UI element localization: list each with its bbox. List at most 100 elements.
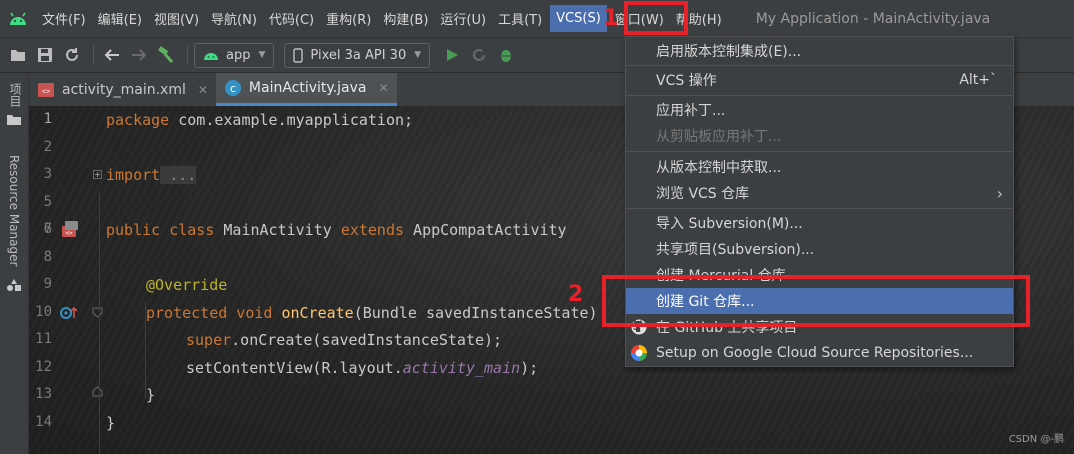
code-token: MainActivity <box>214 221 341 239</box>
code-token: (Bundle savedInstanceState) <box>353 304 598 322</box>
menu-tools[interactable]: 工具(T) <box>492 0 548 37</box>
code-token: ); <box>520 359 539 377</box>
menu-item-label: 共享项目(Subversion)... <box>656 242 815 258</box>
code-token: extends <box>340 221 405 239</box>
project-tool-tab[interactable]: 项目 <box>7 83 24 107</box>
menu-separator <box>626 95 1013 96</box>
layout-xml-link-icon[interactable]: <> <box>61 220 78 237</box>
code-line-3: import ... <box>106 166 197 184</box>
folder-icon <box>6 114 22 130</box>
tab-activity-main-xml[interactable]: <> activity_main.xml ✕ <box>29 73 216 106</box>
resource-manager-tool-tab[interactable]: Resource Manager <box>7 155 21 266</box>
menu-separator <box>626 208 1013 209</box>
override-method-icon[interactable] <box>60 305 78 321</box>
menu-item-share-subversion[interactable]: 共享项目(Subversion)... <box>626 236 1013 262</box>
device-selector[interactable]: Pixel 3a API 30 ▼ <box>284 42 431 68</box>
build-hammer-icon[interactable] <box>154 43 178 67</box>
code-line-12: setContentView(R.layout.activity_main); <box>186 359 538 377</box>
code-token: .onCreate(savedInstanceState); <box>231 331 503 349</box>
line-number: 11 <box>35 331 52 347</box>
line-number: 12 <box>35 359 52 375</box>
menu-item-label: 启用版本控制集成(E)... <box>656 44 802 60</box>
menu-edit[interactable]: 编辑(E) <box>92 0 148 37</box>
code-line-10: protected void onCreate(Bundle savedInst… <box>146 304 598 322</box>
menu-item-enable-vcs[interactable]: 启用版本控制集成(E)... <box>626 38 1013 64</box>
toolbar-separator <box>93 45 94 65</box>
android-studio-logo-icon <box>0 0 36 37</box>
toolbar-separator <box>187 45 188 65</box>
menu-file[interactable]: 文件(F) <box>36 0 92 37</box>
menu-item-google-cloud[interactable]: Setup on Google Cloud Source Repositorie… <box>626 340 1013 366</box>
back-arrow-icon[interactable] <box>100 43 124 67</box>
line-number-gutter: 1 2 3 5 6 7 8 9 10 11 12 13 14 <> <box>29 106 103 454</box>
code-token: public class <box>106 221 215 239</box>
window-title: My Application - MainActivity.java <box>755 10 991 27</box>
menu-item-label: VCS 操作 <box>656 73 717 89</box>
close-icon[interactable]: ✕ <box>198 83 208 97</box>
menu-separator <box>626 65 1013 66</box>
menu-item-browse-vcs-repo[interactable]: 浏览 VCS 仓库 › <box>626 180 1013 206</box>
code-token: import <box>106 166 161 184</box>
run-icon[interactable] <box>440 43 464 67</box>
left-tool-strip: 项目 Resource Manager <box>0 73 29 454</box>
forward-arrow-icon[interactable] <box>127 43 151 67</box>
menu-run[interactable]: 运行(U) <box>434 0 492 37</box>
svg-text:<>: <> <box>42 87 50 95</box>
close-icon[interactable]: ✕ <box>379 81 389 95</box>
fold-end-icon[interactable] <box>92 386 103 401</box>
open-folder-icon[interactable] <box>6 43 30 67</box>
phone-device-icon <box>293 47 304 63</box>
menu-code[interactable]: 代码(C) <box>263 0 320 37</box>
save-all-icon[interactable] <box>33 43 57 67</box>
menu-item-label: Setup on Google Cloud Source Repositorie… <box>656 345 974 361</box>
chevron-down-icon: ▼ <box>258 50 266 60</box>
code-line-14: } <box>106 414 116 432</box>
tab-mainactivity-java[interactable]: c MainActivity.java ✕ <box>215 73 397 106</box>
debug-bug-icon[interactable] <box>494 43 518 67</box>
java-class-icon: c <box>224 79 242 97</box>
menu-item-apply-patch-clipboard: 从剪贴板应用补丁... <box>626 123 1013 149</box>
sync-icon[interactable] <box>60 43 84 67</box>
code-token: super <box>186 331 232 349</box>
tab-label: MainActivity.java <box>248 80 367 96</box>
code-line-9: @Override <box>146 276 227 294</box>
menu-item-apply-patch[interactable]: 应用补丁... <box>626 97 1013 123</box>
fold-expand-icon[interactable] <box>93 168 102 183</box>
menu-build[interactable]: 构建(B) <box>377 0 434 37</box>
menu-navigate[interactable]: 导航(N) <box>205 0 263 37</box>
code-line-13: } <box>146 386 156 404</box>
apply-changes-icon[interactable] <box>467 43 491 67</box>
menu-item-label: 从版本控制中获取... <box>656 160 782 176</box>
code-line-1: package com.example.myapplication; <box>106 111 413 129</box>
folded-import-block[interactable]: ... <box>160 166 197 184</box>
menu-vcs[interactable]: VCS(S) <box>550 5 607 32</box>
fold-collapse-icon[interactable] <box>92 307 103 322</box>
chevron-down-icon: ▼ <box>414 50 422 60</box>
module-selector[interactable]: app ▼ <box>194 42 275 68</box>
code-token: setContentView(R.layout. <box>186 359 403 377</box>
resource-manager-icon <box>6 278 22 296</box>
android-module-icon <box>203 49 219 61</box>
annotation-step-1: 1 <box>603 6 619 31</box>
code-token: com.example.myapplication; <box>169 111 414 129</box>
code-line-11: super.onCreate(savedInstanceState); <box>186 331 502 349</box>
menu-item-label: 导入 Subversion(M)... <box>656 216 803 232</box>
menu-view[interactable]: 视图(V) <box>148 0 205 37</box>
menu-refactor[interactable]: 重构(R) <box>320 0 377 37</box>
menu-item-shortcut: Alt+` <box>959 72 997 88</box>
annotation-box-vcs-menu <box>624 1 688 35</box>
line-number: 9 <box>43 276 52 292</box>
chevron-right-icon: › <box>996 183 1003 203</box>
xml-layout-icon: <> <box>37 81 55 99</box>
menu-item-import-subversion[interactable]: 导入 Subversion(M)... <box>626 210 1013 236</box>
code-line-7: public class MainActivity extends AppCom… <box>106 221 567 239</box>
indent-guide <box>99 191 100 454</box>
code-token: AppCompatActivity <box>404 221 567 239</box>
menu-item-get-from-vcs[interactable]: 从版本控制中获取... <box>626 154 1013 180</box>
line-number: 3 <box>43 166 52 182</box>
menu-item-label: 应用补丁... <box>656 103 726 119</box>
line-number: 10 <box>35 304 52 320</box>
line-number: 8 <box>43 249 52 265</box>
menu-separator <box>626 151 1013 152</box>
menu-item-vcs-operations[interactable]: VCS 操作 Alt+` <box>626 67 1013 93</box>
